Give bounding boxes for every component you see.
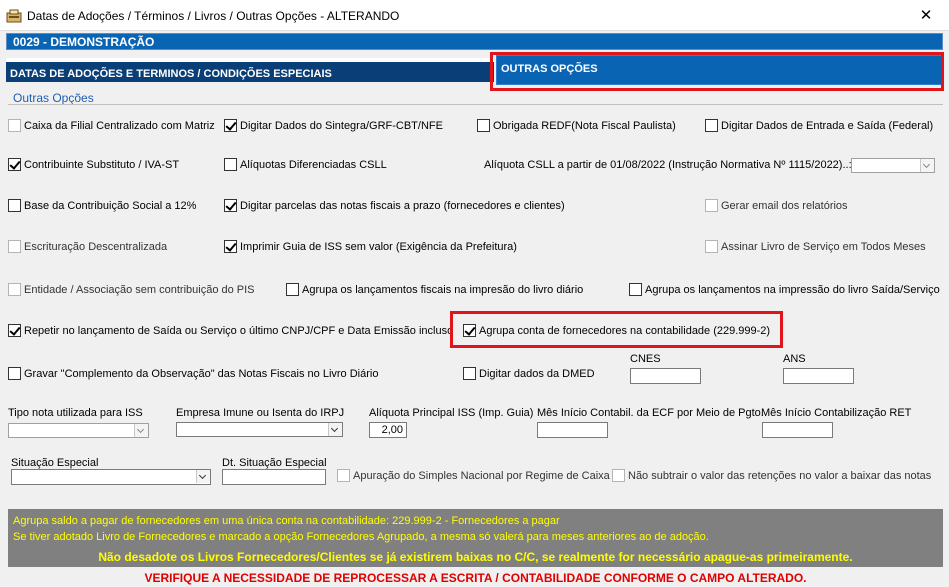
chevron-down-icon[interactable] xyxy=(920,159,934,172)
tipo-nota-label: Tipo nota utilizada para ISS xyxy=(8,407,143,419)
aliquota-csll-select[interactable] xyxy=(851,158,935,173)
info-line-2: Se tiver adotado Livro de Fornecedores e… xyxy=(13,531,709,543)
checkbox-box[interactable] xyxy=(8,158,21,171)
warning-message: Não desadote os Livros Fornecedores/Clie… xyxy=(8,547,943,567)
checkbox-box[interactable] xyxy=(705,240,718,253)
checkbox-box[interactable] xyxy=(629,283,642,296)
window-title: Datas de Adoções / Términos / Livros / O… xyxy=(27,9,400,23)
highlight-box-tab xyxy=(490,52,944,91)
checkbox-label: Alíquotas Diferenciadas CSLL xyxy=(240,159,387,171)
aliquota-iss-input[interactable]: 2,00 xyxy=(369,422,407,438)
mes-ecf-input[interactable] xyxy=(537,422,608,438)
tab-datas-adocoes[interactable]: DATAS DE ADOÇÕES E TERMINOS / CONDIÇÕES … xyxy=(6,58,494,82)
checkbox-box[interactable] xyxy=(477,119,490,132)
dt-situacao-label: Dt. Situação Especial xyxy=(222,457,327,469)
checkbox-box[interactable] xyxy=(8,367,21,380)
empresa-imune-label: Empresa Imune ou Isenta do IRPJ xyxy=(176,407,345,419)
checkbox-label: Digitar parcelas das notas fiscais a pra… xyxy=(240,200,565,212)
checkbox-box[interactable] xyxy=(8,240,21,253)
checkbox-box[interactable] xyxy=(224,199,237,212)
checkbox-box[interactable] xyxy=(705,119,718,132)
checkbox-label: Apuração do Simples Nacional por Regime … xyxy=(353,470,610,482)
checkbox-box[interactable] xyxy=(705,199,718,212)
checkbox-box[interactable] xyxy=(8,283,21,296)
cnes-label: CNES xyxy=(630,353,661,365)
chevron-down-icon[interactable] xyxy=(196,470,210,483)
tipo-nota-select[interactable] xyxy=(8,423,149,438)
checkbox-box[interactable] xyxy=(8,119,21,132)
checkbox-label: Caixa da Filial Centralizado com Matriz xyxy=(24,120,215,132)
situacao-select[interactable] xyxy=(11,469,211,485)
checkbox-label: Agrupa os lançamentos na impressão do li… xyxy=(645,284,940,296)
checkbox-label: Contribuinte Substituto / IVA-ST xyxy=(24,159,180,171)
chevron-down-icon[interactable] xyxy=(328,423,342,436)
app-icon xyxy=(6,9,22,23)
checkbox-box[interactable] xyxy=(612,469,625,482)
checkbox-box[interactable] xyxy=(337,469,350,482)
alert-message: VERIFIQUE A NECESSIDADE DE REPROCESSAR A… xyxy=(144,571,807,585)
checkbox-box[interactable] xyxy=(8,199,21,212)
checkbox-label: Agrupa os lançamentos fiscais na impresã… xyxy=(302,284,584,296)
checkbox-label: Repetir no lançamento de Saída ou Serviç… xyxy=(24,325,454,337)
checkbox-box[interactable] xyxy=(224,240,237,253)
checkbox-label: Gravar "Complemento da Observação" das N… xyxy=(24,368,379,380)
checkbox-label: Não subtrair o valor das retenções no va… xyxy=(628,470,932,482)
title-bar: Datas de Adoções / Términos / Livros / O… xyxy=(0,0,949,31)
info-panel: Agrupa saldo a pagar de fornecedores em … xyxy=(8,509,943,547)
highlight-box-option xyxy=(450,311,783,348)
section-divider xyxy=(8,104,943,105)
checkbox-label: Digitar Dados de Entrada e Saída (Federa… xyxy=(721,120,934,132)
aliquota-csll-label: Alíquota CSLL a partir de 01/08/2022 (In… xyxy=(484,159,852,171)
mes-ret-label: Mês Início Contabilização RET xyxy=(761,407,912,419)
chevron-down-icon[interactable] xyxy=(134,424,148,437)
mes-ecf-label: Mês Início Contabil. da ECF por Meio de … xyxy=(537,407,764,419)
checkbox-label: Digitar dados da DMED xyxy=(479,368,595,380)
dt-situacao-input[interactable] xyxy=(222,469,326,485)
info-line-1: Agrupa saldo a pagar de fornecedores em … xyxy=(13,515,560,527)
close-button[interactable]: ✕ xyxy=(911,4,941,28)
checkbox-box[interactable] xyxy=(224,158,237,171)
checkbox-label: Escrituração Descentralizada xyxy=(24,241,168,253)
checkbox-label: Entidade / Associação sem contribuição d… xyxy=(24,284,255,296)
checkbox-label: Gerar email dos relatórios xyxy=(721,200,848,212)
ans-label: ANS xyxy=(783,353,806,365)
checkbox-box[interactable] xyxy=(463,367,476,380)
checkbox-box[interactable] xyxy=(286,283,299,296)
checkbox-box[interactable] xyxy=(8,324,21,337)
situacao-label: Situação Especial xyxy=(11,457,99,469)
checkbox-label: Digitar Dados do Sintegra/GRF-CBT/NFE xyxy=(240,120,443,132)
checkbox-label: Imprimir Guia de ISS sem valor (Exigênci… xyxy=(240,241,517,253)
company-header: 0029 - DEMONSTRAÇÃO xyxy=(6,33,943,50)
checkbox-box[interactable] xyxy=(224,119,237,132)
checkbox-label: Obrigada REDF(Nota Fiscal Paulista) xyxy=(493,120,676,132)
checkbox-label: Assinar Livro de Serviço em Todos Meses xyxy=(721,241,926,253)
mes-ret-input[interactable] xyxy=(762,422,833,438)
aliquota-iss-label: Alíquota Principal ISS (Imp. Guia) xyxy=(369,407,534,419)
empresa-imune-select[interactable] xyxy=(176,422,343,437)
ans-input[interactable] xyxy=(783,368,854,384)
cnes-input[interactable] xyxy=(630,368,701,384)
checkbox-label: Base da Contribuição Social a 12% xyxy=(24,200,197,212)
section-title: Outras Opções xyxy=(13,91,94,105)
